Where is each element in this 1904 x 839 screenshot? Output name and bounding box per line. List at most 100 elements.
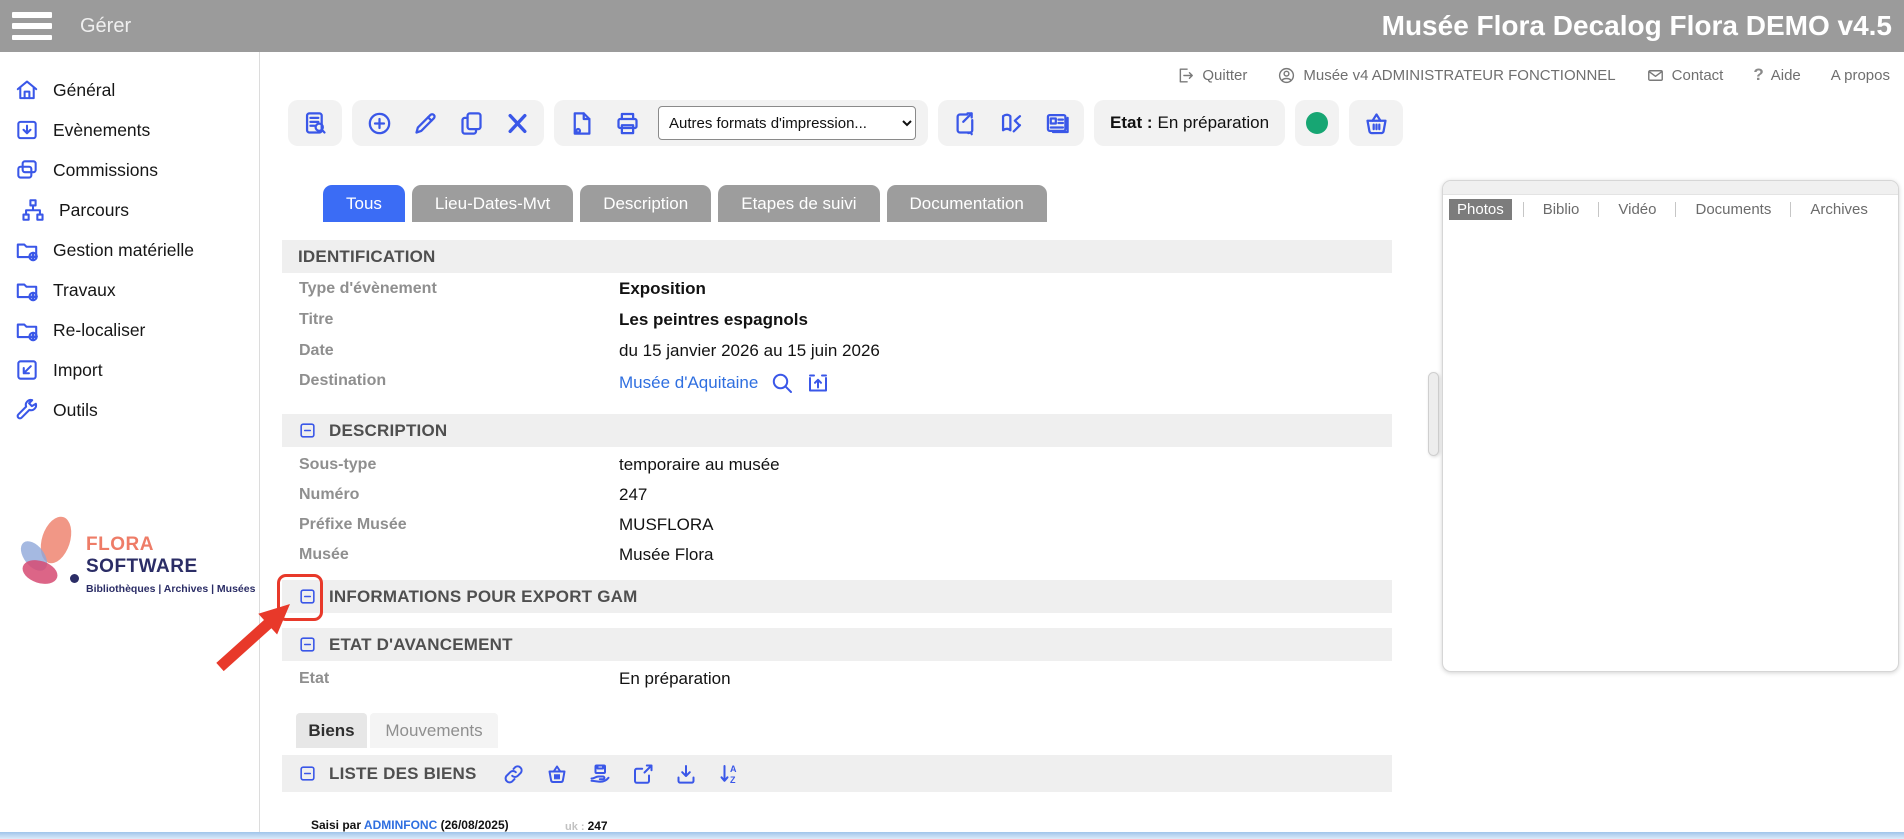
- basket-icon: [545, 762, 569, 786]
- x-delete-icon: [504, 110, 531, 137]
- svg-text:A: A: [730, 764, 737, 774]
- basket-add-button[interactable]: [544, 761, 570, 787]
- folders-icon: [14, 157, 40, 183]
- download-button[interactable]: [673, 761, 699, 787]
- tab-biblio[interactable]: Biblio: [1535, 199, 1588, 220]
- wrench-icon: [14, 397, 40, 423]
- sidebar-item-parcours[interactable]: Parcours: [0, 190, 259, 230]
- tab-description[interactable]: Description: [580, 185, 711, 222]
- assign-button[interactable]: [587, 761, 613, 787]
- flora-software-logo: FLORA SOFTWARE Bibliothèques | Archives …: [12, 512, 256, 604]
- add-button[interactable]: [364, 108, 394, 138]
- basket-icon: [1363, 110, 1390, 137]
- open-external-button[interactable]: [630, 761, 656, 787]
- flora-petals-icon: [12, 512, 84, 602]
- record-audit-line: Saisi par ADMINFONC (26/08/2025): [311, 818, 509, 832]
- recolement-button[interactable]: [996, 108, 1026, 138]
- saisi-user-link[interactable]: ADMINFONC: [364, 818, 437, 832]
- section-title: IDENTIFICATION: [298, 247, 436, 267]
- record-toolbar: Autres formats d'impression... Etat : En…: [288, 100, 1403, 146]
- archive-box-icon: [14, 117, 40, 143]
- toolbar-group-print: Autres formats d'impression...: [554, 100, 928, 146]
- tab-lieu-dates-mvt[interactable]: Lieu-Dates-Mvt: [412, 185, 573, 222]
- sidebar: Général Evènements Commissions Parcours …: [0, 52, 260, 839]
- tab-documentation[interactable]: Documentation: [887, 185, 1047, 222]
- etat-label: Etat :: [1110, 113, 1153, 133]
- subtab-biens[interactable]: Biens: [296, 713, 367, 748]
- export-notice-button[interactable]: [950, 108, 980, 138]
- selected-row-strip: [0, 832, 1904, 839]
- logo-dot: [70, 574, 79, 583]
- about-link[interactable]: A propos: [1831, 67, 1890, 84]
- pencil-icon: [412, 110, 439, 137]
- user-menu[interactable]: Musée v4 ADMINISTRATEUR FONCTIONNEL: [1277, 66, 1615, 85]
- basket-button[interactable]: [1349, 100, 1403, 146]
- tab-separator: [1790, 202, 1791, 217]
- search-icon[interactable]: [770, 371, 794, 395]
- id-card-icon: [1044, 110, 1071, 137]
- sidebar-item-travaux[interactable]: Travaux: [0, 270, 259, 310]
- tab-documents[interactable]: Documents: [1687, 199, 1779, 220]
- menu-label[interactable]: Gérer: [80, 0, 131, 52]
- plus-circle-icon: [366, 110, 393, 137]
- section-title: LISTE DES BIENS: [329, 764, 477, 784]
- section-avancement-header: ETAT D'AVANCEMENT: [282, 628, 1392, 661]
- sort-az-icon: AZ: [717, 762, 741, 786]
- chain-link-icon: [502, 762, 526, 786]
- tab-video[interactable]: Vidéo: [1610, 199, 1664, 220]
- print-format-select[interactable]: Autres formats d'impression...: [658, 106, 916, 140]
- sidebar-item-re-localiser[interactable]: Re-localiser: [0, 310, 259, 350]
- search-list-button[interactable]: [300, 108, 330, 138]
- etat-status-badge: Etat : En préparation: [1094, 100, 1285, 146]
- cartel-button[interactable]: [1042, 108, 1072, 138]
- edit-button[interactable]: [410, 108, 440, 138]
- subtab-mouvements[interactable]: Mouvements: [370, 713, 498, 748]
- open-record-icon[interactable]: [806, 371, 830, 395]
- destination-link[interactable]: Musée d'Aquitaine: [619, 373, 758, 393]
- home-icon: [14, 77, 40, 103]
- status-indicator-button[interactable]: [1295, 100, 1339, 146]
- tab-archives[interactable]: Archives: [1802, 199, 1876, 220]
- quit-button[interactable]: Quitter: [1176, 66, 1247, 85]
- question-mark-icon: ?: [1753, 65, 1763, 85]
- media-panel-cap: [1443, 181, 1898, 195]
- book-edit-icon: [998, 110, 1025, 137]
- tab-separator: [1523, 202, 1524, 217]
- sidebar-item-gestion-materielle[interactable]: Gestion matérielle: [0, 230, 259, 270]
- tab-separator: [1598, 202, 1599, 217]
- field-row: Destination Musée d'Aquitaine: [282, 368, 1392, 398]
- import-icon: [14, 357, 40, 383]
- link-items-button[interactable]: [501, 761, 527, 787]
- printer-button[interactable]: [612, 108, 642, 138]
- help-link[interactable]: ? Aide: [1753, 65, 1800, 85]
- exit-icon: [1176, 66, 1195, 85]
- toolbar-group-edit: [352, 100, 544, 146]
- contact-link[interactable]: Contact: [1646, 66, 1724, 85]
- panel-collapse-handle[interactable]: [1428, 372, 1439, 456]
- media-panel-tabs: Photos Biblio Vidéo Documents Archives: [1443, 195, 1898, 223]
- field-row: Etat En préparation: [282, 666, 1392, 696]
- section-title: ETAT D'AVANCEMENT: [329, 635, 513, 655]
- sidebar-item-outils[interactable]: Outils: [0, 390, 259, 430]
- duplicate-button[interactable]: [456, 108, 486, 138]
- tab-photos[interactable]: Photos: [1449, 199, 1512, 220]
- delete-button[interactable]: [502, 108, 532, 138]
- collapse-toggle[interactable]: [298, 635, 317, 654]
- collapse-toggle[interactable]: [298, 764, 317, 783]
- sidebar-item-evenements[interactable]: Evènements: [0, 110, 259, 150]
- sort-button[interactable]: AZ: [716, 761, 742, 787]
- sidebar-item-general[interactable]: Général: [0, 70, 259, 110]
- section-export-gam-header: INFORMATIONS POUR EXPORT GAM: [282, 580, 1392, 613]
- top-header-bar: Gérer Musée Flora Decalog Flora DEMO v4.…: [0, 0, 1904, 52]
- section-title: INFORMATIONS POUR EXPORT GAM: [329, 587, 637, 607]
- tab-tous[interactable]: Tous: [323, 185, 405, 222]
- collapse-toggle[interactable]: [298, 421, 317, 440]
- green-status-dot-icon: [1306, 112, 1328, 134]
- print-notice-button[interactable]: [566, 108, 596, 138]
- tab-etapes-de-suivi[interactable]: Etapes de suivi: [718, 185, 879, 222]
- hamburger-menu-icon[interactable]: [12, 12, 52, 40]
- sidebar-item-commissions[interactable]: Commissions: [0, 150, 259, 190]
- toolbar-group-actions: [938, 100, 1084, 146]
- field-row: Sous-type temporaire au musée: [282, 452, 1392, 482]
- sidebar-item-import[interactable]: Import: [0, 350, 259, 390]
